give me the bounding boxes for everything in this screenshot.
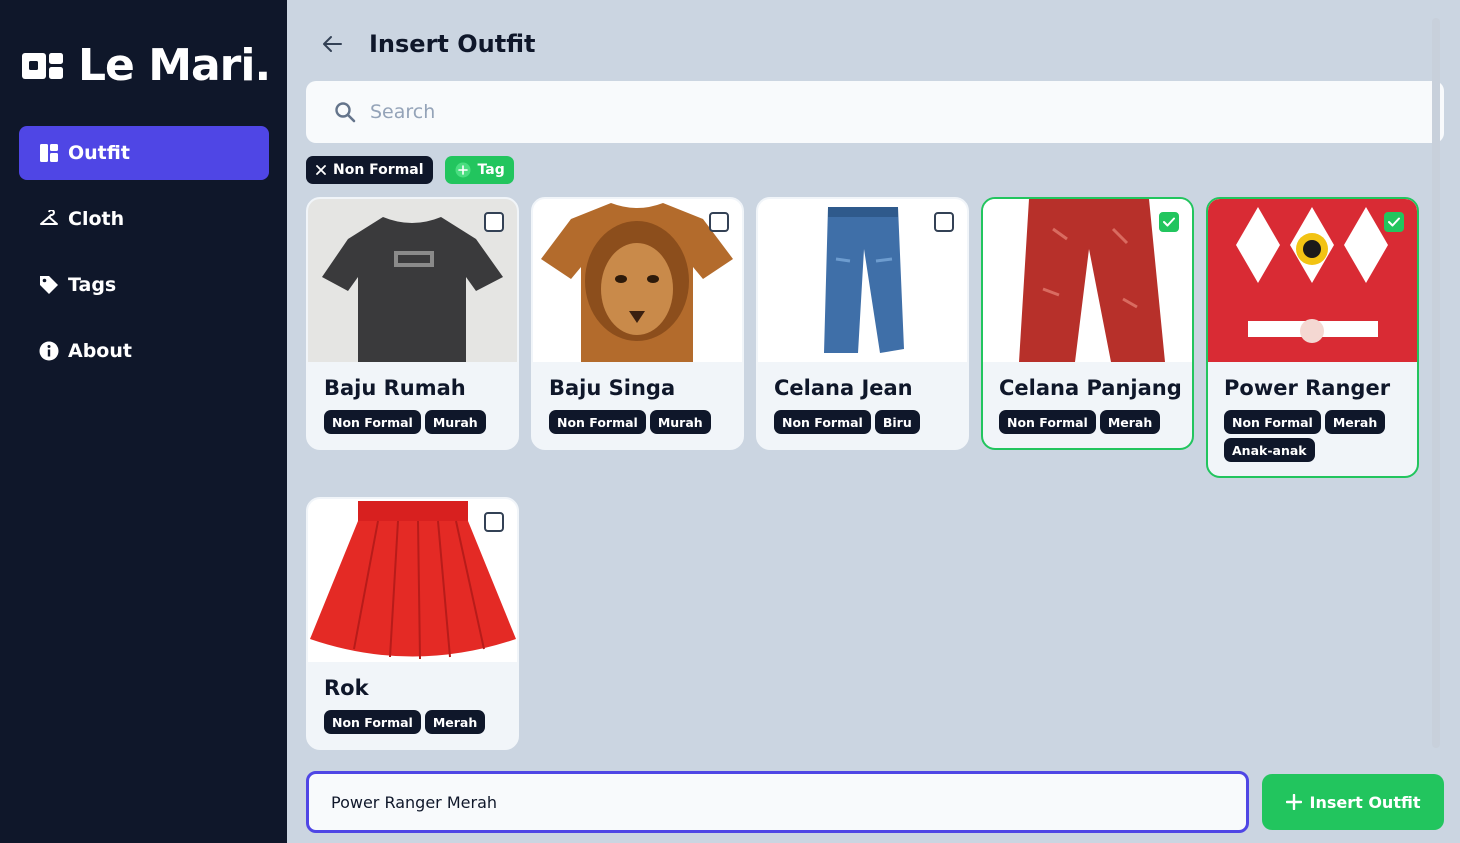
card-tags: Non Formal Biru	[774, 410, 957, 434]
search-input[interactable]	[370, 101, 1370, 123]
add-tag-button[interactable]: Tag	[444, 156, 514, 184]
cloth-card[interactable]: Baju Singa Non Formal Murah	[531, 197, 744, 450]
tag-badge: Non Formal	[324, 410, 421, 434]
card-tags: Non Formal Murah	[324, 410, 507, 434]
page-header: Insert Outfit	[319, 26, 535, 62]
scrollbar[interactable]	[1432, 18, 1440, 748]
card-title: Baju Rumah	[324, 376, 466, 400]
tag-badge: Non Formal	[999, 410, 1096, 434]
card-tags: Non Formal Merah	[999, 410, 1182, 434]
select-checkbox[interactable]	[709, 212, 729, 232]
tag-badge: Non Formal	[1224, 410, 1321, 434]
card-tags: Non Formal Murah	[549, 410, 732, 434]
select-checkbox[interactable]	[1159, 212, 1179, 232]
cloth-card[interactable]: Celana Panjang Non Formal Merah	[981, 197, 1194, 450]
tag-badge: Merah	[1324, 410, 1386, 434]
tag-badge: Merah	[424, 710, 486, 734]
cloth-card[interactable]: Celana Jean Non Formal Biru	[756, 197, 969, 450]
search-icon	[335, 102, 356, 123]
sidebar-nav: Outfit Cloth Tags About	[19, 126, 269, 390]
main-content: Insert Outfit Non Formal Tag	[287, 0, 1460, 843]
cloth-card[interactable]: Rok Non Formal Merah	[306, 497, 519, 750]
card-tags: Non Formal Merah	[324, 710, 507, 734]
card-title: Celana Panjang	[999, 376, 1182, 400]
close-icon[interactable]	[316, 165, 326, 175]
sidebar-item-label: Cloth	[68, 208, 125, 230]
cloth-card[interactable]: Power Ranger Non Formal Merah Anak-anak	[1206, 197, 1419, 478]
back-button[interactable]	[319, 31, 345, 57]
hanger-icon	[39, 209, 59, 229]
outfit-name-input[interactable]	[306, 771, 1249, 833]
tag-badge: Non Formal	[549, 410, 646, 434]
insert-outfit-button[interactable]: Insert Outfit	[1262, 774, 1444, 830]
app-logo[interactable]: Le Mari.	[22, 40, 271, 92]
filter-chips: Non Formal Tag	[306, 156, 514, 184]
tag-badge: Anak-anak	[1224, 438, 1315, 462]
check-icon	[1163, 217, 1175, 227]
filter-chip-non-formal[interactable]: Non Formal	[306, 156, 433, 184]
outfit-form: Insert Outfit	[306, 771, 1444, 833]
tag-badge: Murah	[649, 410, 711, 434]
tag-icon	[39, 275, 59, 295]
card-title: Power Ranger	[1224, 376, 1391, 400]
card-title: Rok	[324, 676, 369, 700]
select-checkbox[interactable]	[484, 212, 504, 232]
card-tags: Non Formal Merah Anak-anak	[1224, 410, 1407, 462]
select-checkbox[interactable]	[484, 512, 504, 532]
sidebar: Le Mari. Outfit Cloth Tags About	[0, 0, 287, 843]
card-title: Baju Singa	[549, 376, 676, 400]
filter-chip-label: Non Formal	[333, 162, 424, 178]
sidebar-item-tags[interactable]: Tags	[19, 258, 269, 312]
search-bar	[306, 81, 1444, 143]
tag-badge: Biru	[874, 410, 920, 434]
tag-badge: Non Formal	[774, 410, 871, 434]
sidebar-item-outfit[interactable]: Outfit	[19, 126, 269, 180]
tag-badge: Non Formal	[324, 710, 421, 734]
app-name: Le Mari.	[78, 40, 271, 91]
sidebar-item-label: About	[68, 340, 132, 362]
add-tag-label: Tag	[477, 162, 505, 178]
tag-badge: Murah	[424, 410, 486, 434]
check-icon	[1388, 217, 1400, 227]
insert-outfit-label: Insert Outfit	[1309, 792, 1421, 812]
card-title: Celana Jean	[774, 376, 913, 400]
select-checkbox[interactable]	[934, 212, 954, 232]
plus-circle-icon	[455, 162, 471, 178]
plus-icon	[1285, 794, 1302, 810]
info-icon	[39, 341, 59, 361]
arrow-left-icon	[323, 36, 342, 52]
sidebar-item-cloth[interactable]: Cloth	[19, 192, 269, 246]
select-checkbox[interactable]	[1384, 212, 1404, 232]
page-title: Insert Outfit	[369, 30, 536, 58]
tag-badge: Merah	[1099, 410, 1161, 434]
sidebar-item-label: Outfit	[68, 142, 130, 164]
logo-icon	[22, 53, 63, 79]
cloth-card[interactable]: Baju Rumah Non Formal Murah	[306, 197, 519, 450]
dashboard-icon	[39, 143, 59, 163]
sidebar-item-label: Tags	[68, 274, 117, 296]
sidebar-item-about[interactable]: About	[19, 324, 269, 378]
